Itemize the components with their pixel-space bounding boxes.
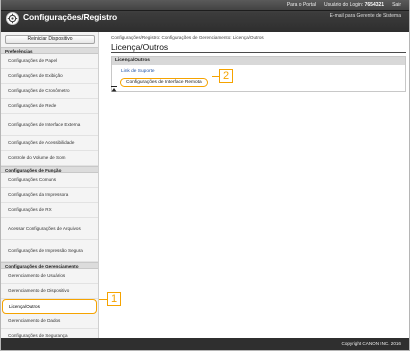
page-title: Licença/Outros (111, 42, 169, 52)
login-label: Usuário do Login: 7654321 (324, 2, 384, 8)
section-function-settings: Configurações de Função (1, 166, 98, 173)
footer-bar: Copyright CANON INC. 2016 (1, 338, 409, 350)
support-link[interactable]: Link de Suporte (121, 69, 155, 74)
callout-2: 2 (219, 69, 233, 83)
callout-2-leader (212, 76, 219, 77)
remote-ui-settings-link[interactable]: Configurações de Interface Remota (120, 78, 208, 87)
logout-link[interactable]: Sair (392, 2, 401, 8)
panel-title: Licença/Outros (112, 57, 405, 65)
sidebar-item-paper[interactable]: Configurações de Papel (1, 54, 98, 69)
sidebar-item-external-interface[interactable]: Configurações de Interface Externa (1, 114, 98, 136)
sidebar-item-license-other[interactable]: Licença/Outros (2, 299, 97, 314)
sidebar-item-accessibility[interactable]: Configurações de Acessibilidade (1, 136, 98, 151)
copyright-text: Copyright CANON INC. 2016 (341, 341, 402, 346)
sidebar: Reiniciar Dispositivo Preferências Confi… (1, 32, 99, 344)
login-value: 7654321 (364, 2, 385, 8)
sidebar-item-network[interactable]: Configurações de Rede (1, 99, 98, 114)
main-content: Configurações/Registro: Configurações de… (100, 32, 409, 338)
settings-logo-icon (6, 12, 19, 25)
sidebar-item-file-access[interactable]: Acessar Configurações de Arquivos (1, 218, 98, 240)
title-divider (111, 52, 406, 53)
license-panel: Licença/Outros Link de Suporte Configura… (111, 56, 406, 92)
sidebar-item-rx[interactable]: Configurações de RX (1, 203, 98, 218)
header-bar: Para o Portal Usuário do Login: 7654321 … (1, 0, 409, 32)
sidebar-item-display[interactable]: Configurações de Exibição (1, 69, 98, 84)
top-links: Para o Portal Usuário do Login: 7654321 … (287, 2, 401, 8)
section-preferences: Preferências (1, 47, 98, 54)
sidebar-item-sound-volume[interactable]: Controle do Volume de Som (1, 151, 98, 166)
sidebar-item-secure-print[interactable]: Configurações de Impressão Segura (1, 240, 98, 262)
login-label-text: Usuário do Login: (324, 2, 364, 8)
back-to-top-icon[interactable] (111, 86, 117, 92)
callout-1-leader (99, 299, 107, 300)
sidebar-item-device-management[interactable]: Gerenciamento de Dispositivo (1, 284, 98, 299)
section-management-settings: Configurações de Gerenciamento (1, 262, 98, 269)
breadcrumb: Configurações/Registro: Configurações de… (111, 35, 264, 40)
sidebar-item-data-management[interactable]: Gerenciamento de Dados (1, 314, 98, 329)
email-admin-link[interactable]: E-mail para Gerente de Sistema (330, 13, 401, 19)
sidebar-item-common[interactable]: Configurações Comuns (1, 173, 98, 188)
sidebar-item-user-management[interactable]: Gerenciamento de Usuários (1, 269, 98, 284)
restart-device-button[interactable]: Reiniciar Dispositivo (5, 35, 95, 44)
callout-1: 1 (107, 292, 121, 306)
app-title: Configurações/Registro (23, 12, 118, 22)
sidebar-item-timer[interactable]: Configurações de Cronômetro (1, 84, 98, 99)
portal-link[interactable]: Para o Portal (287, 2, 316, 8)
header-divider (1, 10, 409, 11)
sidebar-item-printer[interactable]: Configurações da Impressora (1, 188, 98, 203)
